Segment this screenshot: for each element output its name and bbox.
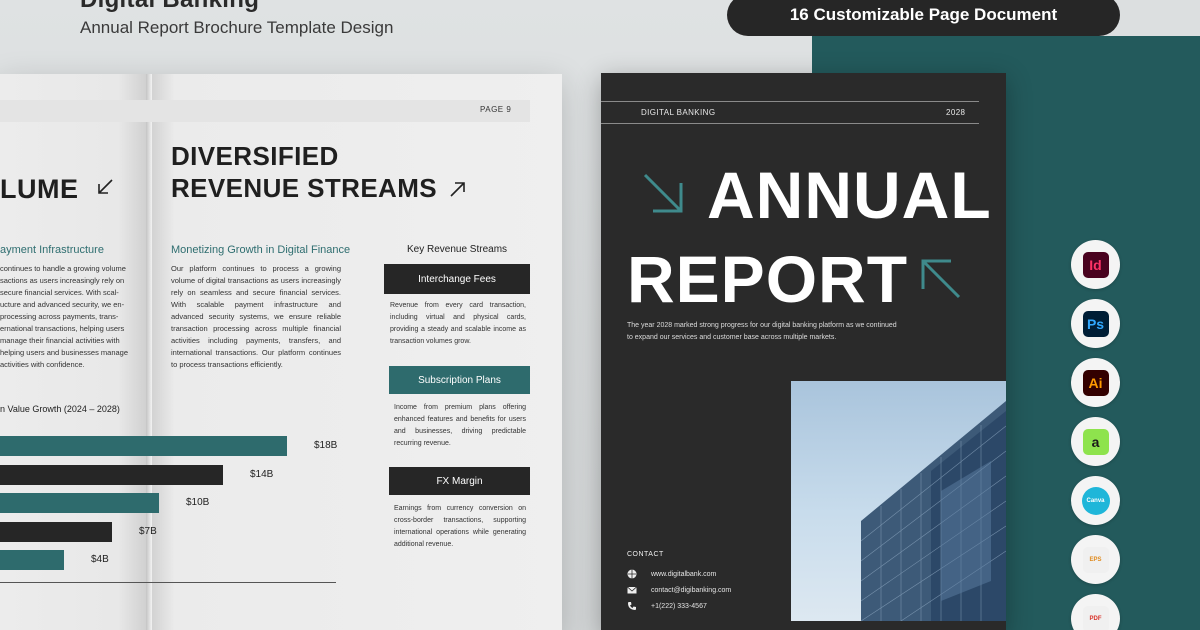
left-paragraph: continues to handle a growing volume sac…: [0, 264, 129, 369]
eps-file-icon-label: EPS: [1082, 546, 1109, 573]
stream-label-fx: FX Margin: [389, 467, 530, 495]
arrow-down-left-icon: [98, 179, 113, 194]
mail-icon: [627, 586, 637, 594]
page-number: PAGE 9: [480, 105, 512, 114]
section-title: DIVERSIFIED REVENUE STREAMS: [171, 141, 438, 203]
phone-icon: [628, 602, 636, 610]
arrow-down-right-icon: [643, 173, 683, 213]
revenue-streams-title: Key Revenue Streams: [406, 244, 508, 255]
stream-text-fx: Earnings from currency conversion on cro…: [394, 505, 526, 548]
chart-value-label: $14B: [250, 468, 274, 480]
chart-bar: [0, 436, 287, 456]
contact-website: www.digitalbank.com: [627, 569, 716, 579]
building-photo: [791, 381, 1006, 621]
brochure-spread: PAGE 9 LUME DIVERSIFIED REVENUE STREAMS …: [0, 74, 562, 630]
left-heading: ayment Infrastructure: [0, 244, 104, 256]
middle-paragraph: Our platform continues to process a grow…: [171, 264, 341, 369]
indesign-icon: Id: [1071, 240, 1120, 289]
arrow-up-left-icon: [921, 259, 961, 299]
cover-title-annual: ANNUAL: [707, 158, 992, 232]
page-header-bar: [0, 100, 530, 122]
left-page-title: LUME: [0, 174, 79, 204]
cover-brand: DIGITAL BANKING: [641, 108, 716, 117]
contact-heading: CONTACT: [627, 551, 664, 558]
product-subtitle: Annual Report Brochure Template Design: [80, 18, 394, 37]
chart-bar: [0, 550, 64, 570]
page-count-badge: 16 Customizable Page Document: [727, 0, 1120, 36]
contact-email-text: contact@digibanking.com: [651, 586, 732, 594]
photoshop-icon-label: Ps: [1082, 310, 1109, 337]
affinity-icon: a: [1071, 417, 1120, 466]
cover-year: 2028: [946, 108, 966, 117]
chart-value-label: $4B: [91, 554, 109, 565]
cover-intro: The year 2028 marked strong progress for…: [627, 322, 897, 341]
stream-label-interchange: Interchange Fees: [384, 264, 530, 294]
arrow-up-right-icon: [450, 182, 465, 197]
cover-rule-top: [601, 101, 979, 102]
canva-icon: Canva: [1071, 476, 1120, 525]
globe-icon: [627, 569, 637, 579]
contact-email: contact@digibanking.com: [627, 585, 731, 595]
contact-phone-text: +1(222) 333-4567: [651, 602, 707, 610]
contact-phone: +1(222) 333-4567: [627, 601, 707, 611]
stream-text-interchange: Revenue from every card transaction, inc…: [390, 302, 526, 345]
chart-title: n Value Growth (2024 – 2028): [0, 404, 120, 414]
pdf-file-icon-label: PDF: [1082, 605, 1109, 630]
spread-gutter: [146, 74, 152, 630]
photoshop-icon: Ps: [1071, 299, 1120, 348]
cover-title-report: REPORT: [627, 242, 909, 316]
affinity-icon-label: a: [1082, 428, 1109, 455]
indesign-icon-label: Id: [1082, 251, 1109, 278]
middle-heading: Monetizing Growth in Digital Finance: [171, 244, 351, 256]
product-title: Digital Banking: [80, 0, 259, 14]
chart-value-label: $10B: [186, 497, 210, 508]
chart-bar: [0, 521, 112, 542]
chart-axis: [0, 582, 336, 583]
eps-file-icon: EPS: [1071, 535, 1120, 584]
stream-label-subscription: Subscription Plans: [389, 366, 530, 394]
chart-bar: [0, 464, 223, 485]
chart-bar: [0, 493, 159, 513]
cover-page: DIGITAL BANKING 2028 ANNUAL REPORT The y…: [601, 73, 1006, 630]
contact-website-text: www.digitalbank.com: [651, 570, 717, 578]
canva-icon-label: Canva: [1081, 486, 1110, 515]
chart-value-label: $7B: [139, 525, 157, 537]
chart-value-label: $18B: [314, 440, 338, 451]
illustrator-icon: Ai: [1071, 358, 1120, 407]
stream-text-subscription: Income from premium plans offering enhan…: [394, 404, 526, 447]
cover-rule-bottom: [601, 123, 979, 124]
illustrator-icon-label: Ai: [1082, 369, 1109, 396]
